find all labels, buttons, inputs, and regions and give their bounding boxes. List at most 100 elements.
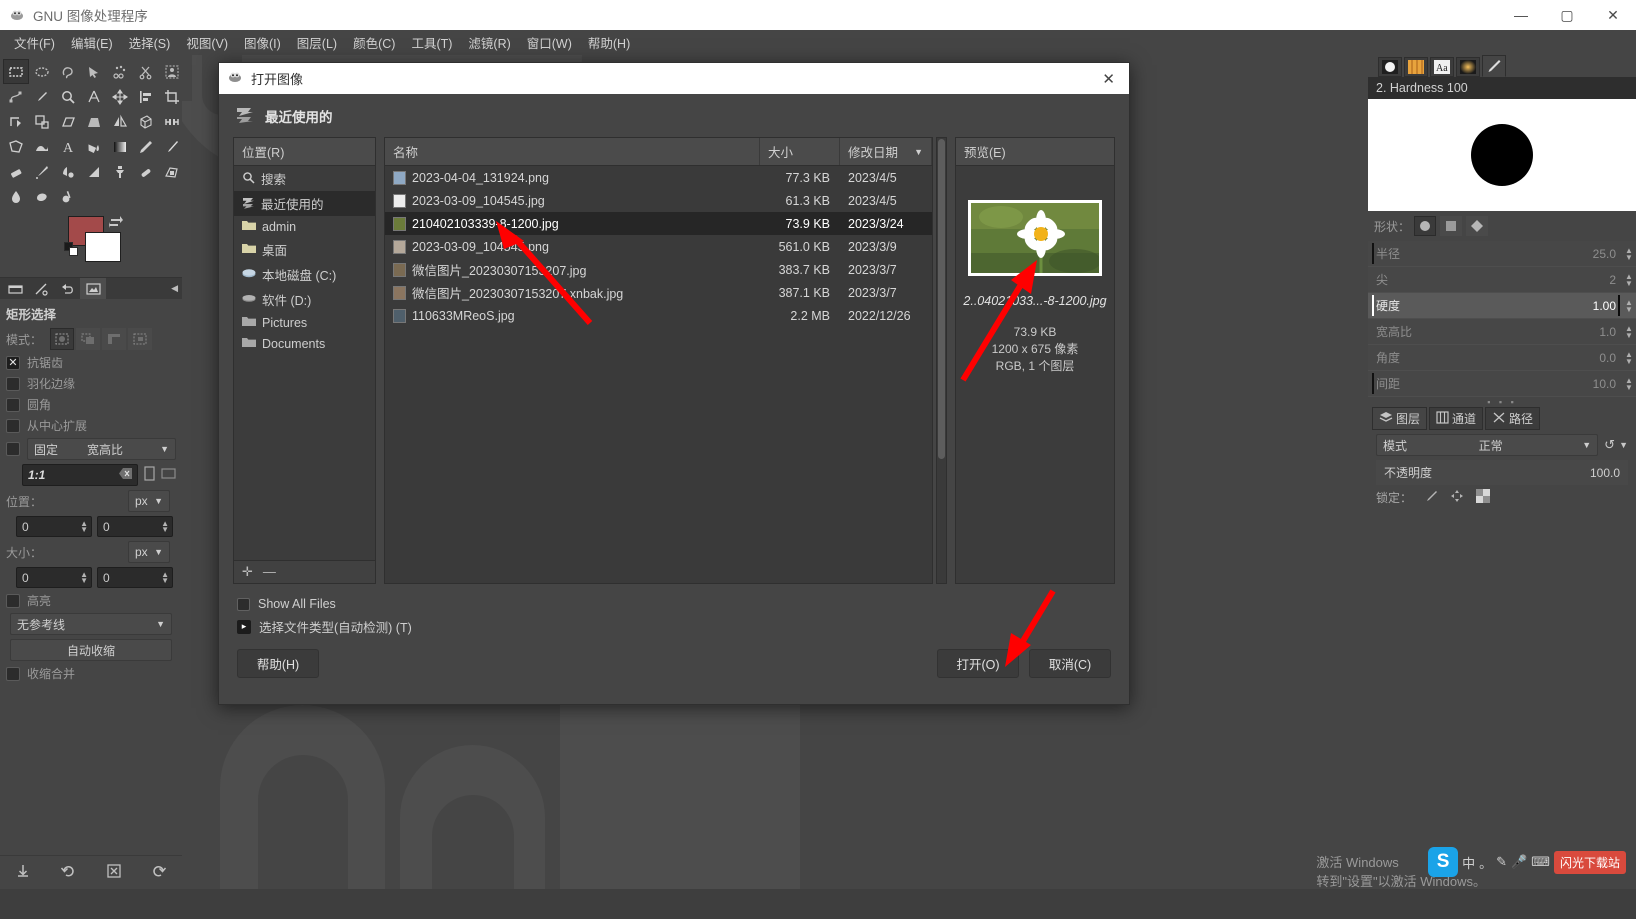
spinner-arrows-icon[interactable]: ▲ ▼ (1622, 298, 1636, 313)
tool-rotate[interactable] (3, 109, 29, 134)
background-color-swatch[interactable] (85, 232, 121, 262)
brush-slider-spacing[interactable]: 间距 10.0 ▲ ▼ (1368, 371, 1636, 397)
delete-options-icon[interactable] (106, 863, 122, 882)
maximize-button[interactable]: ▢ (1544, 0, 1590, 30)
option-feather-edges[interactable]: 羽化边缘 (0, 373, 182, 394)
option-shrink-merged[interactable]: 收缩合并 (0, 663, 182, 684)
spinner-arrows-icon[interactable]: ▲ ▼ (1622, 376, 1636, 391)
layer-opacity-row[interactable]: 不透明度 100.0 (1376, 460, 1628, 485)
dock-menu-arrow-icon[interactable]: ◀ (171, 283, 178, 294)
option-highlight[interactable]: 高亮 (0, 590, 182, 611)
tool-color-picker[interactable] (29, 84, 55, 109)
menu-select[interactable]: 选择(S) (121, 30, 179, 55)
cancel-button[interactable]: 取消(C) (1029, 649, 1111, 678)
place-item-local-disk-c[interactable]: 本地磁盘 (C:) (234, 262, 375, 287)
table-row[interactable]: 2023-03-09_104545.png 561.0 KB 2023/3/9 (385, 235, 932, 258)
ime-handwrite-icon[interactable]: ✎ (1496, 854, 1507, 870)
tool-dodge-burn[interactable] (55, 184, 81, 209)
swap-colors-icon[interactable] (108, 215, 123, 229)
menu-colors[interactable]: 颜色(C) (345, 30, 403, 55)
tool-gradient[interactable] (107, 134, 133, 159)
column-header-name[interactable]: 名称 (385, 138, 760, 165)
antialias-checkbox[interactable]: ✕ (6, 355, 20, 370)
option-antialias[interactable]: ✕ 抗锯齿 (0, 352, 182, 373)
tool-smudge[interactable] (29, 184, 55, 209)
ime-keyboard-icon[interactable]: ⌨ (1531, 854, 1550, 870)
lock-alpha-icon[interactable] (1476, 489, 1491, 506)
help-button[interactable]: 帮助(H) (237, 649, 319, 678)
size-unit-combo[interactable]: px ▼ (128, 541, 170, 563)
menu-windows[interactable]: 窗口(W) (519, 30, 580, 55)
spinner-arrows-icon[interactable]: ▲ ▼ (1622, 350, 1636, 365)
aspect-ratio-input[interactable]: 1:1 (22, 464, 138, 486)
size-height-input[interactable]: 0 ▲ ▼ (97, 567, 173, 588)
remove-place-icon[interactable]: — (263, 564, 276, 580)
size-width-input[interactable]: 0 ▲ ▼ (16, 567, 92, 588)
tool-scale[interactable] (29, 109, 55, 134)
tool-flip[interactable] (107, 109, 133, 134)
spinner-arrows-icon[interactable]: ▲ ▼ (80, 570, 88, 584)
save-options-icon[interactable] (15, 863, 31, 882)
dock-tab-device-status-icon[interactable] (28, 278, 54, 299)
fixed-checkbox[interactable] (6, 442, 20, 456)
spinner-arrows-icon[interactable]: ▲ ▼ (1622, 246, 1636, 261)
tool-mypaint-brush[interactable] (81, 159, 107, 184)
spinner-arrows-icon[interactable]: ▲ ▼ (161, 519, 169, 533)
position-x-input[interactable]: 0 ▲ ▼ (16, 516, 92, 537)
portrait-icon[interactable] (143, 466, 157, 484)
table-row[interactable]: 微信图片_20230307153207.xnbak.jpg 387.1 KB 2… (385, 281, 932, 304)
dock-tab-fonts-icon[interactable]: Aa (1430, 57, 1454, 77)
tool-blur-sharpen[interactable] (3, 184, 29, 209)
place-item-recent[interactable]: 最近使用的 (234, 191, 375, 216)
tool-text[interactable]: A (55, 134, 81, 159)
table-row[interactable]: 微信图片_20230307153207.jpg 383.7 KB 2023/3/… (385, 258, 932, 281)
menu-layer[interactable]: 图层(L) (289, 30, 345, 55)
mode-replace-icon[interactable] (50, 328, 75, 350)
table-row[interactable]: 2023-04-04_131924.png 77.3 KB 2023/4/5 (385, 166, 932, 189)
table-row[interactable]: 110633MReoS.jpg 2.2 MB 2022/12/26 (385, 304, 932, 327)
tool-perspective-clone[interactable] (159, 159, 185, 184)
tool-align[interactable] (133, 84, 159, 109)
restore-options-icon[interactable] (60, 863, 76, 882)
square-shape-icon[interactable] (1440, 216, 1463, 236)
option-expand-from-center[interactable]: 从中心扩展 (0, 415, 182, 436)
table-row[interactable]: 210402103339-8-1200.jpg 73.9 KB 2023/3/2… (385, 212, 932, 235)
tool-select-by-color[interactable] (107, 59, 133, 84)
spinner-arrows-icon[interactable]: ▲ ▼ (161, 570, 169, 584)
tool-eraser[interactable] (3, 159, 29, 184)
brush-slider-aspect-ratio[interactable]: 宽高比 1.0 ▲ ▼ (1368, 319, 1636, 345)
tool-fuzzy-select[interactable] (81, 59, 107, 84)
spinner-arrows-icon[interactable]: ▲ ▼ (80, 519, 88, 533)
auto-shrink-button[interactable]: 自动收缩 (10, 639, 172, 661)
option-rounded-corners[interactable]: 圆角 (0, 394, 182, 415)
circle-shape-icon[interactable] (1414, 216, 1437, 236)
dock-tab-images-icon[interactable] (80, 278, 106, 299)
mode-add-icon[interactable] (76, 328, 101, 350)
diamond-shape-icon[interactable] (1466, 216, 1489, 236)
tab-paths[interactable]: 路径 (1485, 407, 1541, 430)
feather-edges-checkbox[interactable] (6, 376, 20, 391)
file-type-expander-row[interactable]: ▸ 选择文件类型(自动检测) (T) (237, 614, 1129, 639)
position-unit-combo[interactable]: px ▼ (128, 490, 170, 512)
brush-slider-angle[interactable]: 角度 0.0 ▲ ▼ (1368, 345, 1636, 371)
tool-warp-transform[interactable] (29, 134, 55, 159)
menu-filters[interactable]: 滤镜(R) (460, 30, 518, 55)
brush-slider-radius[interactable]: 半径 25.0 ▲ ▼ (1368, 241, 1636, 267)
place-item-admin[interactable]: admin (234, 216, 375, 237)
tool-crop[interactable] (159, 84, 185, 109)
tool-zoom[interactable] (55, 84, 81, 109)
open-button[interactable]: 打开(O) (937, 649, 1019, 678)
landscape-icon[interactable] (161, 466, 176, 484)
column-header-date[interactable]: 修改日期 ▼ (840, 138, 932, 165)
dock-tab-brush-editor-icon[interactable] (1482, 55, 1506, 77)
lock-pixels-icon[interactable] (1424, 489, 1438, 506)
option-fixed[interactable]: 固定 宽高比 ▼ (0, 436, 182, 462)
tool-scissors-select[interactable] (133, 59, 159, 84)
close-icon[interactable]: ✕ (1094, 70, 1123, 88)
tool-pencil[interactable] (133, 134, 159, 159)
place-item-software-d[interactable]: 软件 (D:) (234, 287, 375, 312)
tool-unified-transform[interactable] (133, 109, 159, 134)
menu-file[interactable]: 文件(F) (6, 30, 63, 55)
dock-tab-undo-history-icon[interactable] (54, 278, 80, 299)
file-list-scrollbar[interactable] (936, 137, 947, 584)
